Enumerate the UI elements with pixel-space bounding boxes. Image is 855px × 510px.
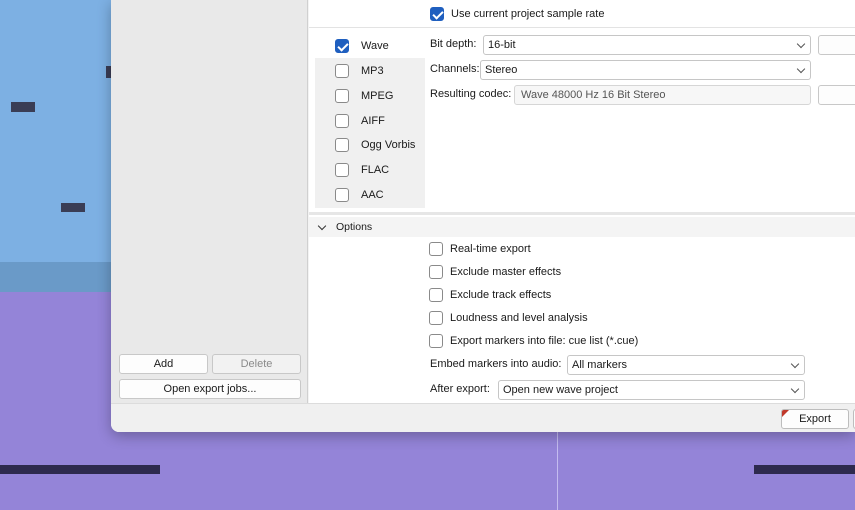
embed-markers-select[interactable]: All markers [567,355,805,375]
export-dialog: Add Delete Open export jobs... Use curre… [111,0,855,432]
embed-markers-label: Embed markers into audio: [430,358,562,370]
export-button[interactable]: Export [781,409,849,429]
dialog-footer: Export [111,403,855,432]
exclude-master-effects-option[interactable]: Exclude master effects [429,265,561,279]
format-label: Wave [361,40,389,52]
chevron-down-icon [796,64,806,74]
format-item-aac[interactable]: AAC [315,183,425,207]
exclude-track-effects-option[interactable]: Exclude track effects [429,288,551,302]
chevron-down-icon [790,359,800,369]
channels-row: Channels: [430,63,480,75]
bit-depth-label: Bit depth: [430,38,477,50]
format-list: Wave MP3 MPEG AIFF Ogg Vorbis FLAC AAC [315,34,425,208]
workspace-object[interactable] [0,465,160,474]
option-label: Real-time export [450,243,531,255]
format-settings-pane: Use current project sample rate Wave MP3… [309,0,855,403]
realtime-export-option[interactable]: Real-time export [429,242,531,256]
embed-markers-row: Embed markers into audio: [430,358,561,370]
format-item-mpeg[interactable]: MPEG [315,84,425,108]
option-label: Loudness and level analysis [450,312,588,324]
format-checkbox[interactable] [335,188,349,202]
option-label: Exclude master effects [450,266,562,278]
sample-rate-label: Use current project sample rate [451,8,605,20]
chevron-down-icon [790,384,800,394]
loudness-analysis-option[interactable]: Loudness and level analysis [429,311,588,325]
bit-depth-row: Bit depth: [430,38,476,50]
codec-label: Resulting codec: [430,88,512,100]
workspace-object[interactable] [61,203,85,212]
channels-value: Stereo [485,64,518,76]
after-export-label: After export: [430,383,490,395]
option-label: Exclude track effects [450,289,552,301]
export-markers-option[interactable]: Export markers into file: cue list (*.cu… [429,334,638,348]
format-checkbox[interactable] [335,114,349,128]
sample-rate-option[interactable]: Use current project sample rate [430,7,604,21]
format-checkbox[interactable] [335,64,349,78]
format-item-ogg-vorbis[interactable]: Ogg Vorbis [315,133,425,157]
workspace-object[interactable] [754,465,855,474]
workspace-split-line [557,430,558,510]
exclude-master-effects-checkbox[interactable] [429,265,443,279]
format-checkbox[interactable] [335,89,349,103]
format-label: FLAC [361,164,390,176]
format-settings-button[interactable] [818,35,855,55]
export-button-label: Export [799,413,831,425]
options-header-label: Options [336,221,373,233]
after-export-select[interactable]: Open new wave project [498,380,805,400]
format-label: Ogg Vorbis [361,139,416,151]
chevron-down-icon [317,221,327,230]
chevron-down-icon [796,39,806,49]
format-label: MPEG [361,90,394,102]
sample-rate-checkbox[interactable] [430,7,444,21]
format-label: AAC [361,189,384,201]
default-marker-icon [782,410,789,417]
format-label: MP3 [361,65,384,77]
after-export-row: After export: [430,383,490,395]
embed-markers-value: All markers [572,359,628,371]
export-jobs-pane: Add Delete Open export jobs... [111,0,308,403]
format-item-aiff[interactable]: AIFF [315,109,425,133]
add-button[interactable]: Add [119,354,208,374]
format-checkbox[interactable] [335,163,349,177]
format-item-wave[interactable]: Wave [315,34,425,58]
workspace-object[interactable] [11,102,35,112]
divider [309,27,855,28]
option-label: Export markers into file: cue list (*.cu… [450,335,639,347]
codec-row: Resulting codec: [430,88,511,100]
exclude-track-effects-checkbox[interactable] [429,288,443,302]
format-checkbox[interactable] [335,39,349,53]
channels-select[interactable]: Stereo [480,60,811,80]
format-checkbox[interactable] [335,138,349,152]
export-markers-checkbox[interactable] [429,334,443,348]
realtime-export-checkbox[interactable] [429,242,443,256]
channels-label: Channels: [430,63,480,75]
bit-depth-select[interactable]: 16-bit [483,35,811,55]
delete-button[interactable]: Delete [212,354,301,374]
after-export-value: Open new wave project [503,384,618,396]
format-item-flac[interactable]: FLAC [315,158,425,182]
codec-side-button[interactable] [818,85,855,105]
divider [309,212,855,215]
options-section-header[interactable]: Options [309,217,855,237]
resulting-codec-field: Wave 48000 Hz 16 Bit Stereo [514,85,811,105]
loudness-analysis-checkbox[interactable] [429,311,443,325]
open-export-jobs-button[interactable]: Open export jobs... [119,379,301,399]
format-label: AIFF [361,115,385,127]
bit-depth-value: 16-bit [488,39,516,51]
format-item-mp3[interactable]: MP3 [315,59,425,83]
codec-value: Wave 48000 Hz 16 Bit Stereo [521,89,666,101]
